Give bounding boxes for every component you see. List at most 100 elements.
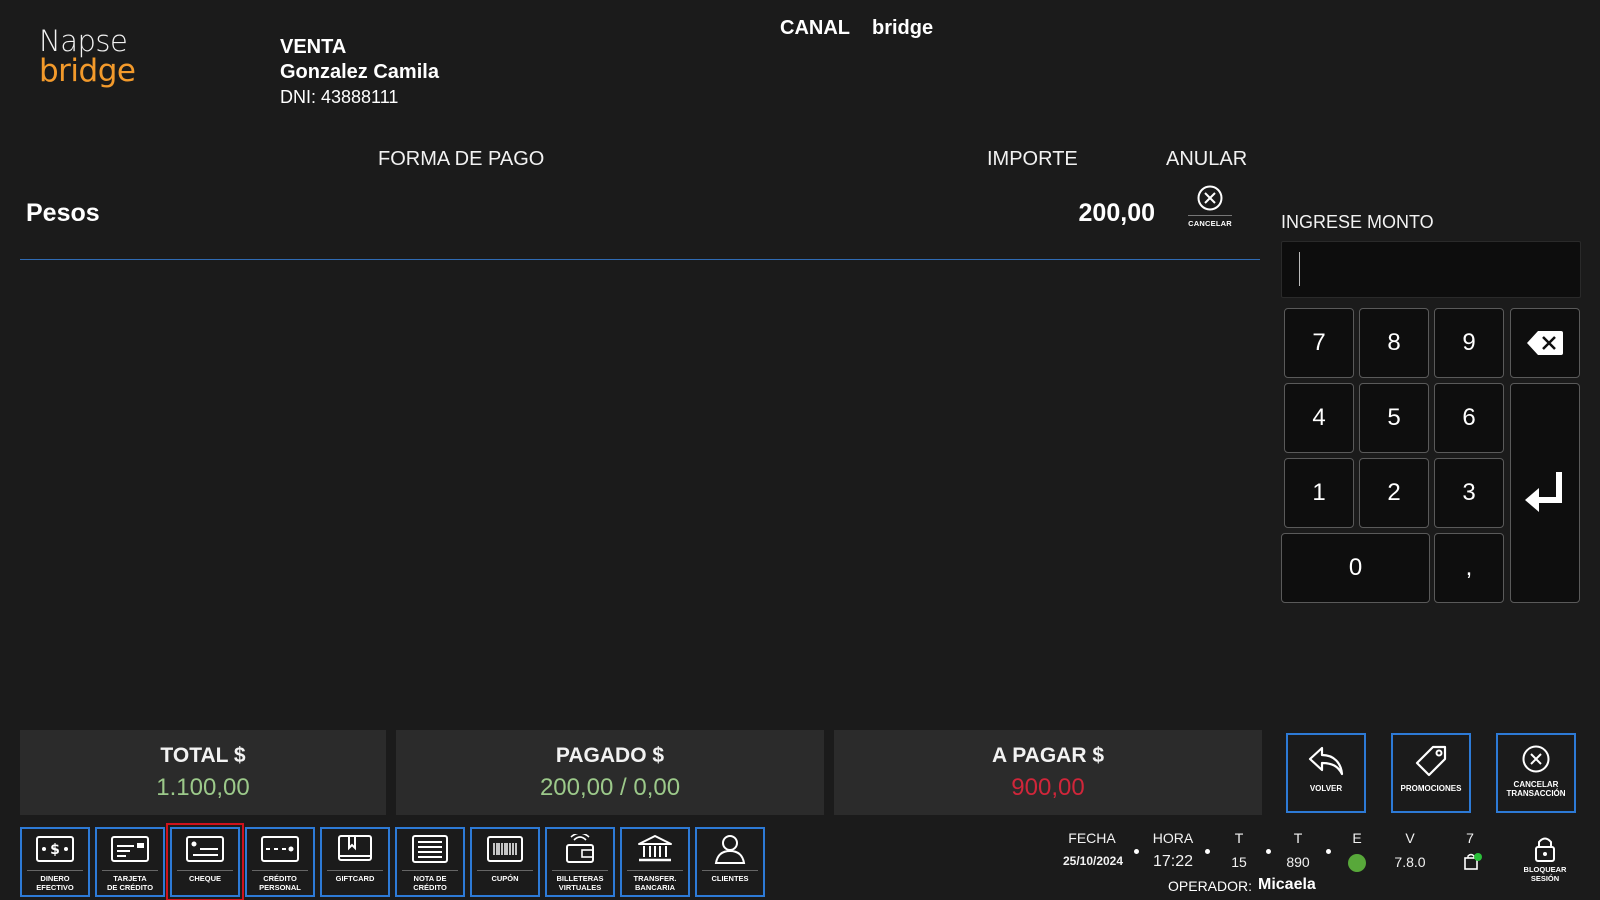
bank-icon bbox=[638, 835, 672, 862]
promotions-button[interactable]: PROMOCIONES bbox=[1391, 733, 1471, 813]
cancel-transaction-label: CANCELAR TRANSACCIÓN bbox=[1506, 780, 1566, 798]
operator-name: Micaela bbox=[1258, 876, 1316, 893]
key-7[interactable]: 7 bbox=[1284, 308, 1354, 378]
column-anular: ANULAR bbox=[1166, 148, 1248, 170]
coupon-button[interactable]: CUPÓN bbox=[470, 827, 540, 897]
status-version-value: 7.8.0 bbox=[1394, 854, 1426, 870]
status-e-indicator bbox=[1348, 854, 1366, 872]
column-forma-de-pago: FORMA DE PAGO bbox=[378, 148, 545, 170]
cheque-button[interactable]: CHEQUE bbox=[166, 823, 244, 900]
key-5[interactable]: 5 bbox=[1359, 383, 1429, 453]
sale-type: VENTA bbox=[280, 36, 347, 58]
personal-credit-icon bbox=[261, 836, 299, 862]
row-divider bbox=[20, 259, 1260, 260]
status-separator bbox=[1326, 849, 1331, 854]
key-backspace[interactable] bbox=[1510, 308, 1580, 378]
status-version-label: V bbox=[1405, 830, 1415, 846]
personal-credit-label: CRÉDITO PERSONAL bbox=[252, 870, 308, 892]
status-separator bbox=[1205, 849, 1210, 854]
paid-panel: PAGADO $ 200,00 / 0,00 bbox=[396, 730, 824, 815]
back-button[interactable]: VOLVER bbox=[1286, 733, 1366, 813]
undo-arrow-icon bbox=[1308, 746, 1344, 776]
amount-label: INGRESE MONTO bbox=[1281, 212, 1434, 232]
status-transaction-value: 890 bbox=[1286, 854, 1310, 870]
clients-button[interactable]: CLIENTES bbox=[695, 827, 765, 897]
canal-label: CANAL bbox=[780, 17, 850, 39]
svg-text:$: $ bbox=[50, 842, 60, 858]
due-panel: A PAGAR $ 900,00 bbox=[834, 730, 1262, 815]
paid-label: PAGADO $ bbox=[555, 743, 665, 767]
credit-note-label: NOTA DE CRÉDITO bbox=[402, 870, 458, 892]
giftcard-label: GIFTCARD bbox=[327, 870, 383, 883]
backspace-icon bbox=[1527, 331, 1563, 355]
total-panel: TOTAL $ 1.100,00 bbox=[20, 730, 386, 815]
enter-icon bbox=[1525, 472, 1562, 512]
personal-credit-button[interactable]: CRÉDITO PERSONAL bbox=[245, 827, 315, 897]
status-time-value: 17:22 bbox=[1152, 853, 1194, 870]
cheque-icon bbox=[186, 836, 224, 862]
amount-input[interactable] bbox=[1281, 241, 1581, 298]
status-separator bbox=[1134, 849, 1139, 854]
credit-card-button[interactable]: TARJETA DE CRÉDITO bbox=[95, 827, 165, 897]
key-enter[interactable] bbox=[1510, 383, 1580, 603]
paid-value: 200,00 / 0,00 bbox=[539, 773, 681, 801]
key-comma[interactable]: , bbox=[1434, 533, 1504, 603]
total-label: TOTAL $ bbox=[160, 743, 246, 767]
key-9[interactable]: 9 bbox=[1434, 308, 1504, 378]
cancel-payment-button[interactable]: CANCELAR bbox=[1180, 184, 1240, 228]
operator-label: OPERADOR: bbox=[1168, 878, 1253, 894]
key-1[interactable]: 1 bbox=[1284, 458, 1354, 528]
customer-name: Gonzalez Camila bbox=[280, 61, 439, 83]
cheque-label: CHEQUE bbox=[177, 870, 233, 883]
barcode-icon bbox=[487, 836, 523, 862]
key-6[interactable]: 6 bbox=[1434, 383, 1504, 453]
cash-button[interactable]: $ DINERO EFECTIVO bbox=[20, 827, 90, 897]
credit-note-button[interactable]: NOTA DE CRÉDITO bbox=[395, 827, 465, 897]
due-value: 900,00 bbox=[1011, 773, 1085, 801]
customer-dni: DNI: 43888111 bbox=[280, 87, 399, 107]
status-e-label: E bbox=[1352, 830, 1362, 846]
status-terminal-value: 15 bbox=[1231, 854, 1247, 870]
input-caret bbox=[1299, 252, 1300, 286]
cancel-circle-icon bbox=[1197, 185, 1223, 211]
coupon-label: CUPÓN bbox=[477, 870, 533, 883]
promotions-label: PROMOCIONES bbox=[1400, 784, 1462, 793]
key-4[interactable]: 4 bbox=[1284, 383, 1354, 453]
status-date-label: FECHA bbox=[1068, 830, 1116, 846]
cancel-transaction-button[interactable]: CANCELAR TRANSACCIÓN bbox=[1496, 733, 1576, 813]
credit-card-label: TARJETA DE CRÉDITO bbox=[102, 870, 158, 892]
status-separator bbox=[1266, 849, 1271, 854]
canal-value: bridge bbox=[872, 17, 934, 39]
back-label: VOLVER bbox=[1309, 784, 1343, 793]
bank-transfer-label: TRANSFER. BANCARIA bbox=[627, 870, 683, 892]
giftcard-icon bbox=[338, 835, 372, 861]
cash-label: DINERO EFECTIVO bbox=[27, 870, 83, 892]
notification-bag-icon bbox=[1463, 853, 1483, 876]
lock-session-button[interactable]: BLOQUEAR SESIÓN bbox=[1510, 835, 1580, 883]
logo-bridge: bridge bbox=[39, 53, 136, 89]
due-label: A PAGAR $ bbox=[991, 743, 1104, 767]
column-importe: IMPORTE bbox=[987, 148, 1078, 170]
virtual-wallets-button[interactable]: BILLETERAS VIRTUALES bbox=[545, 827, 615, 897]
key-0[interactable]: 0 bbox=[1281, 533, 1430, 603]
status-notification-count: 7 bbox=[1466, 830, 1474, 846]
lock-icon bbox=[1535, 837, 1555, 862]
status-date-value: 25/10/2024 bbox=[1062, 854, 1124, 868]
key-8[interactable]: 8 bbox=[1359, 308, 1429, 378]
cancel-circle-icon bbox=[1522, 745, 1550, 773]
credit-card-icon bbox=[111, 836, 149, 862]
lock-session-label: BLOQUEAR SESIÓN bbox=[1523, 865, 1567, 883]
wallet-wireless-icon bbox=[566, 834, 594, 863]
cash-icon: $ bbox=[36, 836, 74, 862]
key-3[interactable]: 3 bbox=[1434, 458, 1504, 528]
cancel-payment-label: CANCELAR bbox=[1188, 215, 1232, 228]
total-value: 1.100,00 bbox=[156, 773, 250, 801]
key-2[interactable]: 2 bbox=[1359, 458, 1429, 528]
clients-label: CLIENTES bbox=[702, 870, 758, 883]
status-transaction-label: T bbox=[1293, 830, 1303, 846]
virtual-wallets-label: BILLETERAS VIRTUALES bbox=[552, 870, 608, 892]
bank-transfer-button[interactable]: TRANSFER. BANCARIA bbox=[620, 827, 690, 897]
tag-icon bbox=[1415, 745, 1447, 777]
giftcard-button[interactable]: GIFTCARD bbox=[320, 827, 390, 897]
user-icon bbox=[714, 835, 746, 864]
